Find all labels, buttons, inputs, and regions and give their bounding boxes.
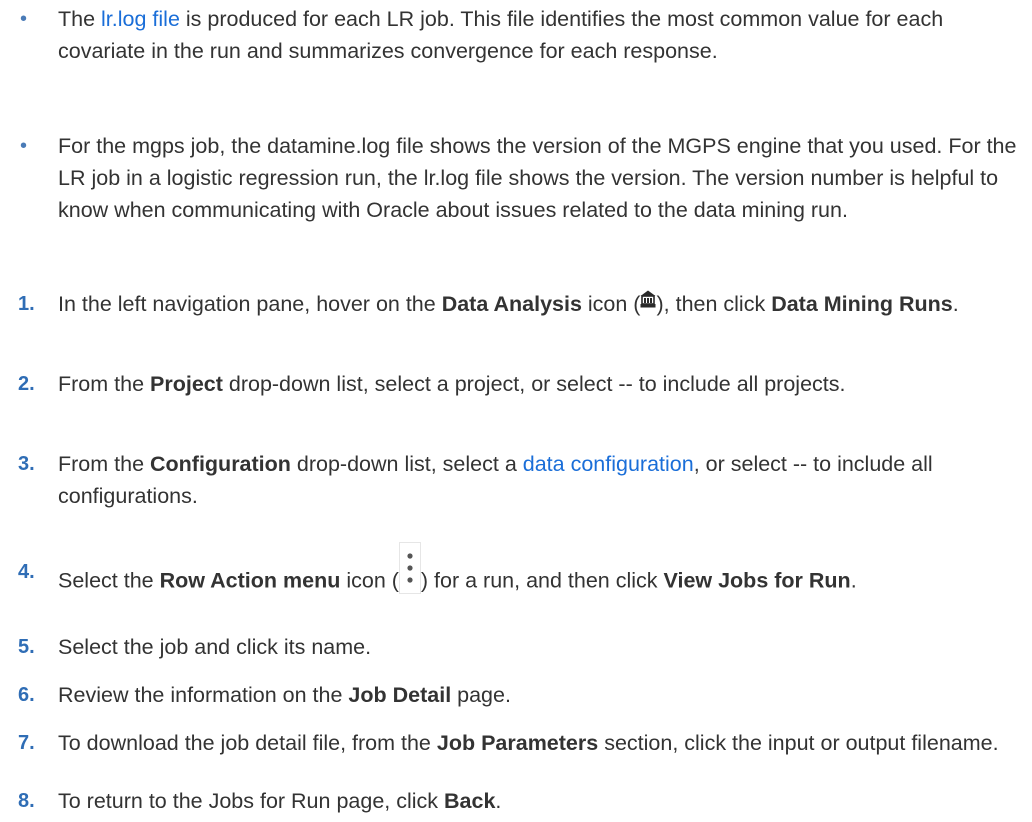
text-run: page. [451, 683, 511, 707]
text-run: icon ( [340, 568, 399, 593]
bullet-text: For the mgps job, the datamine.log file … [58, 134, 1017, 222]
text-run: In the left navigation pane, hover on th… [58, 292, 442, 316]
step-number: 8. [18, 790, 35, 812]
text-run: The [58, 7, 102, 31]
text-run: To download the job detail file, from th… [58, 731, 437, 755]
text-run: icon ( [581, 292, 641, 316]
documentation-page: • The lr.log file is produced for each L… [0, 0, 1032, 822]
data-configuration-link[interactable]: data configuration [523, 452, 694, 476]
bullet-text: The lr.log file is produced for each LR … [58, 3, 1018, 67]
back-label: Back [444, 789, 496, 813]
step-text: To return to the Jobs for Run page, clic… [58, 785, 1018, 817]
step-text: To download the job detail file, from th… [58, 727, 1018, 759]
project-label: Project [150, 372, 223, 396]
job-parameters-label: Job Parameters [436, 731, 599, 755]
step-text: Select the Row Action menu icon ( ) for a… [58, 542, 1018, 608]
text-run: drop-down list, select a project, or sel… [222, 372, 846, 396]
text-run: . [952, 292, 959, 316]
view-jobs-for-run-label: View Jobs for Run [663, 568, 851, 593]
bullet-marker: • [20, 8, 28, 30]
text-run: . [850, 568, 857, 593]
text-run: . [495, 789, 502, 813]
job-detail-label: Job Detail [348, 683, 452, 707]
step-text: From the Project drop-down list, select … [58, 368, 1018, 400]
step-text: Select the job and click its name. [58, 635, 372, 659]
row-action-menu-label: Row Action menu [159, 568, 341, 593]
step-text: In the left navigation pane, hover on th… [58, 288, 1018, 320]
text-run: ) for a run, and then click [420, 568, 664, 593]
text-run: section, click the input or output filen… [598, 731, 999, 755]
text-run: is produced for each LR job. This file i… [58, 7, 944, 63]
bullet-marker: • [20, 135, 28, 157]
row-action-menu-icon [398, 542, 421, 594]
step-text: From the Configuration drop-down list, s… [58, 448, 1018, 512]
data-mining-runs-label: Data Mining Runs [771, 292, 953, 316]
step-number: 7. [18, 732, 35, 754]
text-run: drop-down list, select a [290, 452, 523, 476]
data-analysis-icon [640, 285, 656, 308]
text-run: Select the [58, 568, 160, 593]
step-number: 5. [18, 636, 35, 658]
text-run: From the [58, 452, 150, 476]
step-number: 2. [18, 373, 35, 395]
configuration-label: Configuration [150, 452, 291, 476]
text-run: From the [58, 372, 150, 396]
step-number: 3. [18, 453, 35, 475]
step-number: 4. [18, 561, 35, 583]
text-run: ), then click [656, 292, 772, 316]
text-run: Review the information on the [58, 683, 349, 707]
step-number: 1. [18, 293, 35, 315]
text-run: To return to the Jobs for Run page, clic… [58, 789, 445, 813]
step-number: 6. [18, 684, 35, 706]
step-text: Review the information on the Job Detail… [58, 679, 1018, 711]
lr-log-file-link[interactable]: lr.log file [101, 7, 180, 31]
data-analysis-label: Data Analysis [441, 292, 582, 316]
